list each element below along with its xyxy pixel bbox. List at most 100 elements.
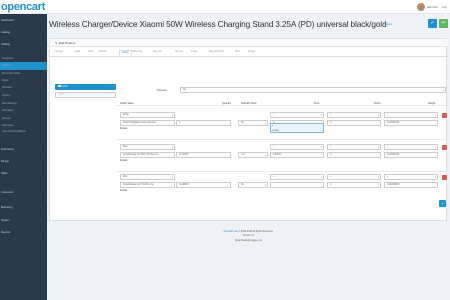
sidebar-item-label: Products [2, 65, 12, 67]
sidebar-item[interactable]: Catalog › [0, 41, 47, 49]
tab-image[interactable]: Image [191, 51, 197, 53]
sidebar-item[interactable]: Catalog › [0, 29, 47, 37]
tab-links[interactable]: Links [88, 51, 93, 53]
remove-option-value-button[interactable]: − [442, 113, 447, 118]
quantity-input[interactable]: 1 [176, 120, 231, 126]
weight-prefix-select[interactable]: + [384, 144, 438, 150]
default-checkbox-label[interactable]: Default [120, 160, 127, 162]
user-avatar[interactable] [417, 3, 425, 11]
weight-prefix-select[interactable]: + [384, 174, 438, 180]
sidebar-item-label: Attributes [2, 87, 12, 89]
tab-recurring[interactable]: Recurring [132, 51, 142, 53]
sidebar-item-label: Manufacturers [2, 103, 17, 105]
opencart-logo[interactable]: opencart [1, 1, 45, 13]
row-divider [116, 139, 448, 140]
points-input[interactable]: 0 [327, 152, 381, 158]
tab-discount[interactable]: Discount [153, 51, 162, 53]
price-prefix-dropdown[interactable]: + -0.0000 [270, 123, 324, 133]
main-content: Wireless Charger/Device Xiaomi 50W Wirel… [47, 14, 450, 300]
sidebar-item[interactable]: Reports › [0, 229, 47, 237]
chevron-right-icon: › [40, 19, 41, 22]
default-checkbox-label[interactable]: Default [120, 128, 127, 130]
quantity-input[interactable]: 14,00000 [176, 182, 231, 188]
tab-seo[interactable]: SEO [235, 51, 240, 53]
sidebar-item[interactable]: Design › [0, 158, 47, 166]
username-label[interactable]: jack Chin [427, 6, 438, 9]
default-checkbox-label[interactable]: Default [120, 190, 127, 192]
subtract-select[interactable]: No [238, 182, 268, 188]
sidebar-item[interactable]: Attributes [0, 84, 47, 92]
points-input[interactable]: 0 [327, 120, 381, 126]
sidebar-item-label: Catalog [1, 31, 10, 34]
option-value-select[interactable]: Red [120, 174, 175, 180]
chevron-right-icon: › [40, 160, 41, 163]
sidebar-item-label: Customers [1, 191, 14, 194]
sidebar-item[interactable]: Options [0, 92, 47, 100]
chevron-right-icon: › [40, 219, 41, 222]
points-prefix-select[interactable]: + [327, 174, 381, 180]
tab-special[interactable]: Special [175, 51, 183, 53]
sidebar-item[interactable]: Dashboard › [0, 17, 47, 25]
reply-icon: ↩ [441, 20, 446, 26]
logout-link[interactable]: Log [442, 6, 446, 9]
option-sku-input[interactable]: Quadcharger Air PD 2021 Lite [120, 182, 175, 188]
sidebar-item[interactable]: Products [0, 62, 47, 70]
weight-input[interactable]: 0.00000000 [384, 182, 438, 188]
option-value-select[interactable]: White [120, 112, 175, 118]
remove-option-value-button[interactable]: − [442, 175, 447, 180]
footer: Opencart.com © 2009-2022 All Rights Rese… [47, 230, 450, 243]
price-input[interactable]: 0.00000 [270, 152, 324, 158]
top-bar: opencart jack Chin Log [0, 0, 450, 14]
sidebar-item[interactable]: Downloads [0, 107, 47, 115]
points-prefix-select[interactable]: + [327, 112, 381, 118]
sidebar-item[interactable]: Xiaomi Pricing Platform [0, 128, 47, 136]
remove-option-value-button[interactable]: − [442, 145, 447, 150]
weight-input[interactable]: 0.00000000 [384, 152, 438, 158]
sidebar-item-label: Sales [1, 172, 8, 175]
option-sku-input[interactable]: Quadcharger Pro MFS PD Blue-Sl [120, 152, 175, 158]
weight-input[interactable]: 0.00000000 [384, 120, 438, 126]
price-input[interactable] [270, 182, 324, 188]
remove-circle-icon[interactable] [58, 84, 61, 87]
subtract-select[interactable]: Yes [238, 152, 268, 158]
option-sku-input[interactable]: Xiaomi MagSafe-Clean Wireless [120, 120, 175, 126]
tab-option[interactable]: Option [119, 50, 132, 56]
chevron-right-icon: › [40, 206, 41, 209]
breadcrumb-products[interactable]: Products [383, 23, 392, 26]
sidebar-item[interactable]: Extensions › [0, 146, 47, 154]
price-prefix-select[interactable]: + [270, 144, 324, 150]
tab-attribute[interactable]: Attribute [98, 51, 107, 53]
weight-prefix-select[interactable]: + [384, 112, 438, 118]
sidebar-item[interactable]: System › [0, 217, 47, 225]
required-select[interactable]: No [180, 87, 446, 93]
option-value-select[interactable]: Blue [120, 144, 175, 150]
tab-data[interactable]: Data [75, 51, 80, 53]
sidebar: Dashboard › Catalog › Catalog › Categories Prod… [0, 14, 47, 300]
option-item-color[interactable]: Color [55, 84, 116, 90]
panel-title: Edit Product [59, 41, 76, 45]
add-option-value-button[interactable]: + [439, 200, 446, 207]
quantity-input[interactable]: 14,00000 [176, 152, 231, 158]
sidebar-item[interactable]: Sales › [0, 170, 47, 178]
dropdown-option[interactable]: 0.0000 [272, 129, 279, 134]
sidebar-item-label: Filters [2, 80, 9, 82]
sidebar-item-label: Extensions [1, 148, 14, 151]
back-button[interactable]: ↩ [439, 19, 448, 28]
tab-design[interactable]: Design [248, 51, 255, 53]
option-autocomplete-input[interactable]: Option [55, 92, 116, 98]
sidebar-item[interactable]: Marketing › [0, 204, 47, 212]
price-prefix-select[interactable]: + [270, 112, 324, 118]
sidebar-item[interactable]: Customers › [0, 189, 47, 197]
footer-extra: Retail Retail@engage.com [234, 239, 263, 242]
save-button[interactable]: ✓ [428, 19, 437, 28]
tab-reward-points[interactable]: Reward Points [209, 51, 224, 53]
row-divider [116, 171, 448, 172]
points-prefix-select[interactable]: + [327, 144, 381, 150]
save-icon: ✓ [430, 20, 435, 26]
breadcrumb-home[interactable]: Home [374, 23, 380, 26]
price-prefix-select[interactable]: + [270, 174, 324, 180]
tab-general[interactable]: General [55, 51, 63, 53]
subtract-select[interactable]: No [238, 120, 268, 126]
points-input[interactable]: 0 [327, 182, 381, 188]
footer-link[interactable]: Opencart.com [224, 231, 238, 233]
